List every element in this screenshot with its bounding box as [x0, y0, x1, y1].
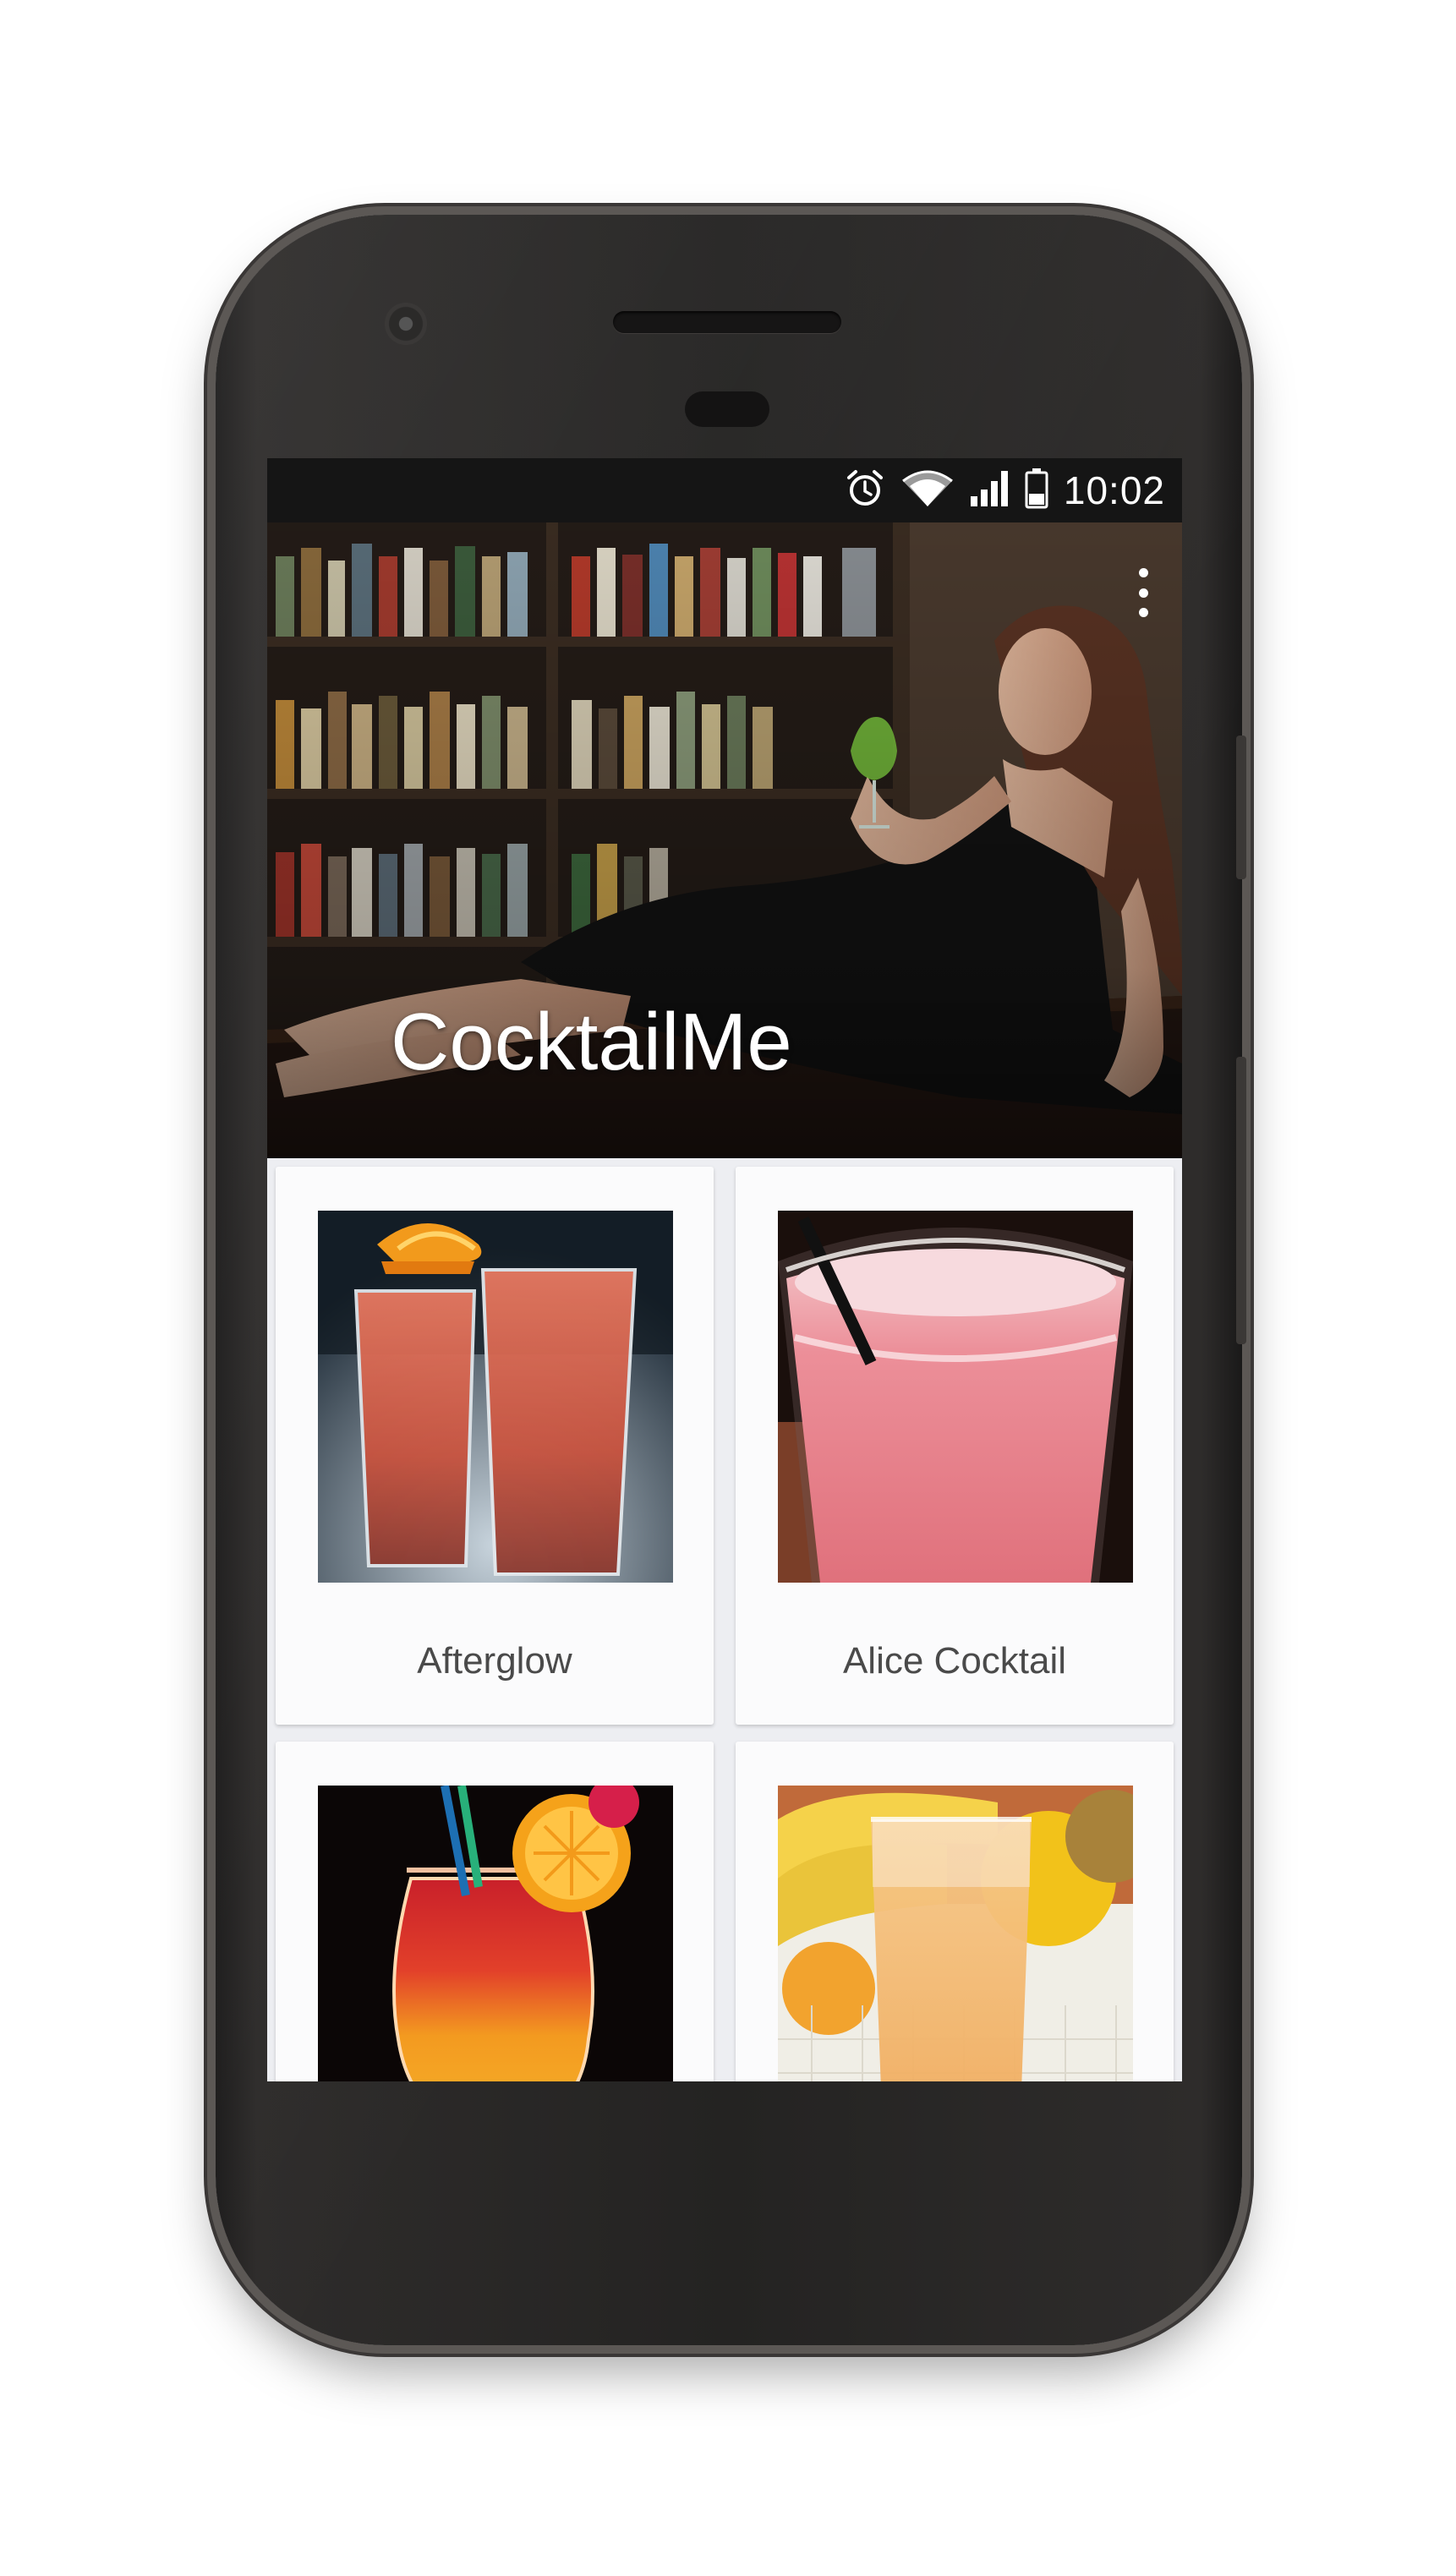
status-bar: 10:02	[267, 458, 1182, 522]
orange-juice-cocktail-photo	[778, 1786, 1133, 2081]
front-camera	[385, 303, 427, 345]
app-screen: 10:02 CocktailMe Afterglow Alice Cocktai…	[267, 458, 1182, 2081]
header-image: CocktailMe	[267, 522, 1182, 1158]
cocktail-grid: Afterglow Alice Cocktail	[267, 1158, 1182, 2081]
alice-cocktail-photo	[778, 1211, 1133, 1583]
menu-dot	[1138, 588, 1148, 598]
wifi-icon	[901, 469, 954, 512]
proximity-sensor	[685, 391, 769, 427]
earpiece-speaker	[613, 311, 841, 333]
cocktail-name: Alice Cocktail	[842, 1640, 1067, 1682]
signal-icon	[969, 469, 1010, 512]
cocktail-card-3[interactable]	[276, 1742, 714, 2081]
status-time: 10:02	[1063, 468, 1165, 512]
cocktail-card-alice[interactable]: Alice Cocktail	[736, 1167, 1174, 1725]
battery-icon	[1025, 468, 1048, 513]
app-title: CocktailMe	[391, 997, 792, 1087]
volume-button	[1236, 1057, 1246, 1344]
menu-dot	[1138, 608, 1148, 617]
cocktail-card-afterglow[interactable]: Afterglow	[276, 1167, 714, 1725]
power-button	[1236, 736, 1246, 879]
overflow-menu-icon[interactable]	[1126, 563, 1160, 622]
layered-cocktail-photo	[318, 1786, 673, 2081]
alarm-icon	[844, 468, 886, 514]
cocktail-name: Afterglow	[417, 1640, 572, 1682]
cocktail-card-4[interactable]	[736, 1742, 1174, 2081]
afterglow-photo	[318, 1211, 673, 1583]
menu-dot	[1138, 568, 1148, 577]
